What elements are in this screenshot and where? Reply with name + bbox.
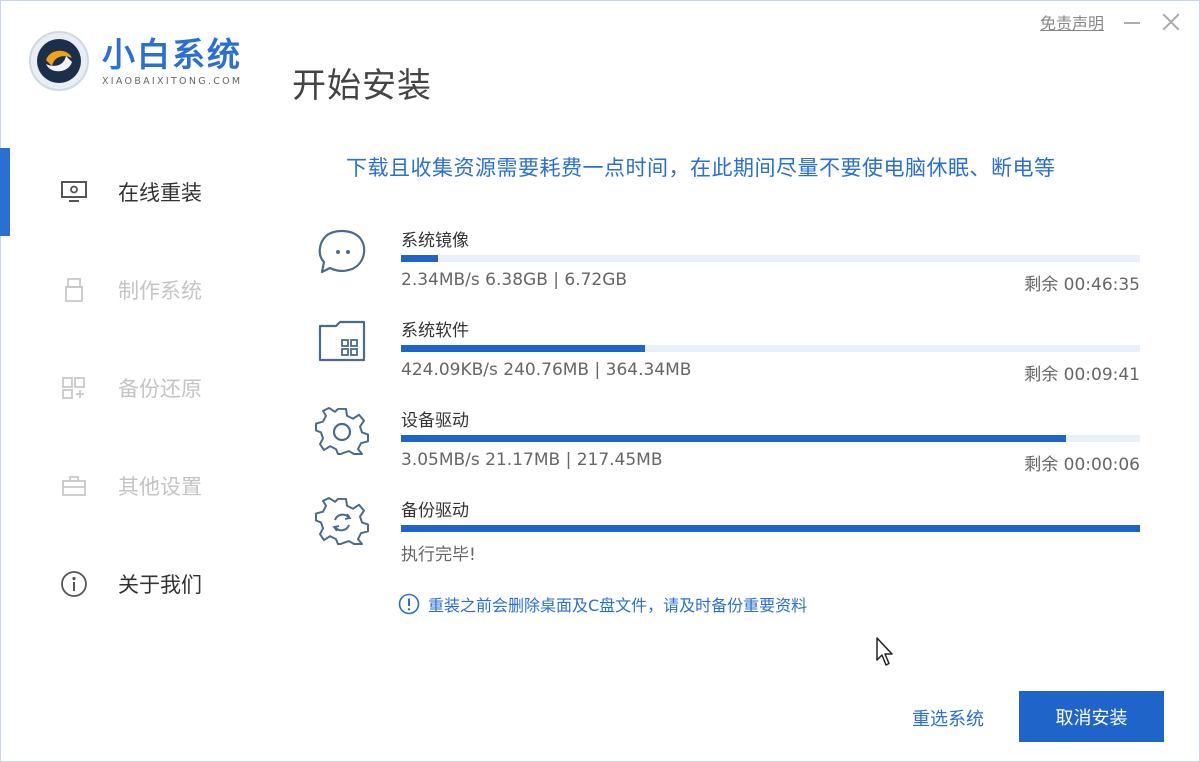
- info-icon: [60, 570, 88, 598]
- cancel-install-button[interactable]: 取消安装: [1019, 691, 1164, 742]
- task-name: 系统软件: [401, 321, 469, 341]
- progress-track: [401, 525, 1140, 532]
- progress-track: [401, 255, 1140, 262]
- sidebar-item-backup-restore[interactable]: 备份还原: [60, 373, 202, 403]
- task-remaining: 剩余 00:09:41: [1024, 365, 1140, 385]
- sidebar-item-make-system[interactable]: 制作系统: [60, 275, 202, 305]
- warning-info-icon: [398, 593, 420, 615]
- sidebar-item-label: 其他设置: [118, 475, 202, 499]
- task-name: 系统镜像: [401, 231, 469, 251]
- sidebar-item-label: 关于我们: [118, 573, 202, 597]
- progress-track: [401, 435, 1140, 442]
- task-remaining: 剩余 00:46:35: [1024, 275, 1140, 295]
- reselect-system-link[interactable]: 重选系统: [912, 705, 984, 731]
- logo-title: 小白系统: [102, 34, 242, 74]
- task-speed: 2.34MB/s 6.38GB | 6.72GB: [401, 270, 628, 290]
- page-title: 开始安装: [292, 66, 432, 106]
- task-name: 设备驱动: [401, 411, 469, 431]
- logo-icon: [29, 31, 89, 91]
- usb-drive-icon: [60, 276, 88, 304]
- sidebar-item-label: 在线重装: [118, 181, 202, 205]
- progress-fill: [401, 345, 645, 352]
- sidebar-item-about-us[interactable]: 关于我们: [60, 569, 202, 599]
- task-name: 备份驱动: [401, 501, 469, 521]
- sidebar-item-online-reinstall[interactable]: 在线重装: [60, 177, 202, 207]
- task-status: 执行完毕!: [401, 545, 476, 565]
- notice-text: 下载且收集资源需要耗费一点时间，在此期间尽量不要使电脑休眠、断电等: [346, 156, 1056, 180]
- progress-track: [401, 345, 1140, 352]
- minimize-button[interactable]: [1122, 12, 1142, 32]
- mouse-cursor-icon: [876, 637, 893, 666]
- sidebar-item-label: 备份还原: [118, 377, 202, 401]
- window-controls: 免责声明: [1040, 10, 1182, 34]
- folder-apps-icon: [318, 320, 366, 362]
- task-speed: 424.09KB/s 240.76MB | 364.34MB: [401, 360, 692, 380]
- backup-grid-icon: [60, 374, 88, 402]
- chat-bubble-icon: [318, 229, 366, 274]
- active-indicator: [0, 148, 10, 236]
- monitor-icon: [60, 178, 88, 206]
- briefcase-icon: [60, 472, 88, 500]
- warning-text: 重装之前会删除桌面及C盘文件，请及时备份重要资料: [428, 596, 808, 615]
- task-remaining: 剩余 00:00:06: [1024, 455, 1140, 475]
- close-button[interactable]: [1160, 11, 1182, 33]
- app-logo: 小白系统 XIAOBAIXITONG.COM: [28, 30, 242, 92]
- warning-message: 重装之前会删除桌面及C盘文件，请及时备份重要资料: [398, 592, 807, 616]
- sidebar-item-label: 制作系统: [118, 279, 202, 303]
- logo-subtitle: XIAOBAIXITONG.COM: [102, 75, 243, 87]
- progress-fill: [401, 255, 438, 262]
- sidebar-item-other-settings[interactable]: 其他设置: [60, 471, 202, 501]
- progress-fill: [401, 525, 1140, 532]
- task-speed: 3.05MB/s 21.17MB | 217.45MB: [401, 450, 663, 470]
- gear-refresh-icon: [315, 496, 369, 545]
- disclaimer-link[interactable]: 免责声明: [1040, 10, 1104, 34]
- gear-icon: [315, 406, 369, 455]
- progress-fill: [401, 435, 1067, 442]
